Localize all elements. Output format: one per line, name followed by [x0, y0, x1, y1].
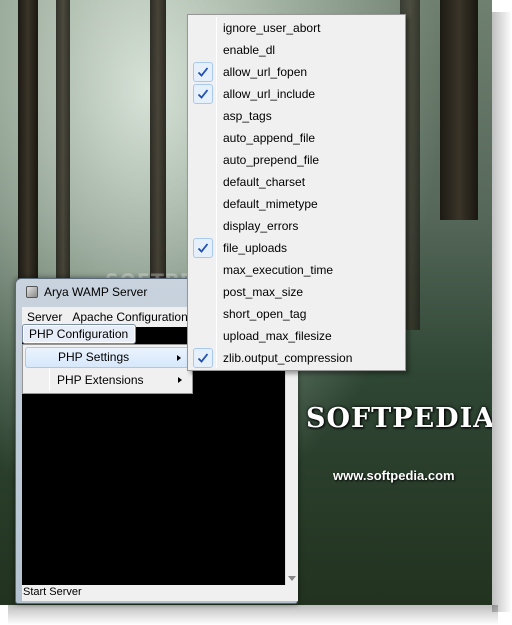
- checkmark-icon: [193, 238, 213, 258]
- setting-item-asp-tags[interactable]: asp_tags: [190, 105, 403, 127]
- scroll-down-arrow-icon[interactable]: [288, 576, 296, 581]
- menu-item-php-extensions[interactable]: PHP Extensions: [25, 370, 190, 391]
- setting-item-label: file_uploads: [223, 241, 288, 255]
- setting-item-label: ignore_user_abort: [223, 21, 321, 35]
- setting-item-label: enable_dl: [223, 43, 276, 57]
- setting-item-label: short_open_tag: [223, 307, 307, 321]
- setting-item-post-max-size[interactable]: post_max_size: [190, 281, 403, 303]
- menu-item-php-settings[interactable]: PHP Settings: [25, 347, 190, 368]
- setting-item-label: upload_max_filesize: [223, 329, 332, 343]
- app-icon: [26, 286, 38, 298]
- submenu-arrow-icon: [178, 377, 182, 383]
- setting-item-label: default_charset: [223, 175, 306, 189]
- setting-item-label: display_errors: [223, 219, 299, 233]
- screenshot-shadow-right: [492, 12, 512, 612]
- softpedia-logo: SOFTPEDIA®: [306, 403, 492, 434]
- setting-item-display-errors[interactable]: display_errors: [190, 215, 403, 237]
- softpedia-url: www.softpedia.com: [333, 468, 455, 483]
- php-settings-menu: ignore_user_abort enable_dl allow_url_fope…: [187, 14, 406, 371]
- setting-item-default-mimetype[interactable]: default_mimetype: [190, 193, 403, 215]
- setting-item-default-charset[interactable]: default_charset: [190, 171, 403, 193]
- setting-item-zlib-output-compression[interactable]: zlib.output_compression: [190, 347, 403, 369]
- checkmark-icon: [193, 348, 213, 368]
- setting-item-label: auto_prepend_file: [223, 153, 320, 167]
- setting-item-label: zlib.output_compression: [223, 351, 353, 365]
- menu-item-label: PHP Extensions: [57, 373, 144, 387]
- setting-item-allow-url-include[interactable]: allow_url_include: [190, 83, 403, 105]
- setting-item-label: allow_url_include: [223, 87, 316, 101]
- setting-item-auto-append-file[interactable]: auto_append_file: [190, 127, 403, 149]
- window-title-bar: Arya WAMP Server: [26, 285, 147, 299]
- setting-item-ignore-user-abort[interactable]: ignore_user_abort: [190, 17, 403, 39]
- checkmark-icon: [193, 84, 213, 104]
- setting-item-allow-url-fopen[interactable]: allow_url_fopen: [190, 61, 403, 83]
- status-bar: Start Server: [22, 585, 298, 601]
- tree-trunk: [18, 0, 38, 300]
- php-configuration-dropdown: PHP Settings PHP Extensions: [22, 344, 193, 394]
- setting-item-enable-dl[interactable]: enable_dl: [190, 39, 403, 61]
- setting-item-label: auto_append_file: [223, 131, 316, 145]
- setting-item-label: asp_tags: [223, 109, 272, 123]
- menu-item-label: PHP Settings: [58, 350, 130, 364]
- setting-item-label: default_mimetype: [223, 197, 318, 211]
- submenu-arrow-icon: [177, 355, 181, 361]
- setting-item-label: post_max_size: [223, 285, 304, 299]
- setting-item-short-open-tag[interactable]: short_open_tag: [190, 303, 403, 325]
- menu-php-configuration[interactable]: PHP Configuration: [22, 324, 136, 344]
- setting-item-max-execution-time[interactable]: max_execution_time: [190, 259, 403, 281]
- menu-apache-configuration[interactable]: Apache Configuration: [67, 310, 192, 324]
- setting-item-file-uploads[interactable]: file_uploads: [190, 237, 403, 259]
- screenshot-shadow-bottom: [8, 605, 498, 625]
- menu-server[interactable]: Server: [22, 310, 67, 324]
- tree-trunk: [150, 0, 166, 290]
- setting-item-label: allow_url_fopen: [223, 65, 308, 79]
- setting-item-auto-prepend-file[interactable]: auto_prepend_file: [190, 149, 403, 171]
- tree-trunk: [440, 0, 478, 220]
- window-title: Arya WAMP Server: [44, 285, 148, 299]
- tree-trunk: [56, 0, 70, 280]
- setting-item-upload-max-filesize[interactable]: upload_max_filesize: [190, 325, 403, 347]
- softpedia-logo-text: SOFTPEDIA: [306, 403, 492, 434]
- setting-item-label: max_execution_time: [223, 263, 334, 277]
- checkmark-icon: [193, 62, 213, 82]
